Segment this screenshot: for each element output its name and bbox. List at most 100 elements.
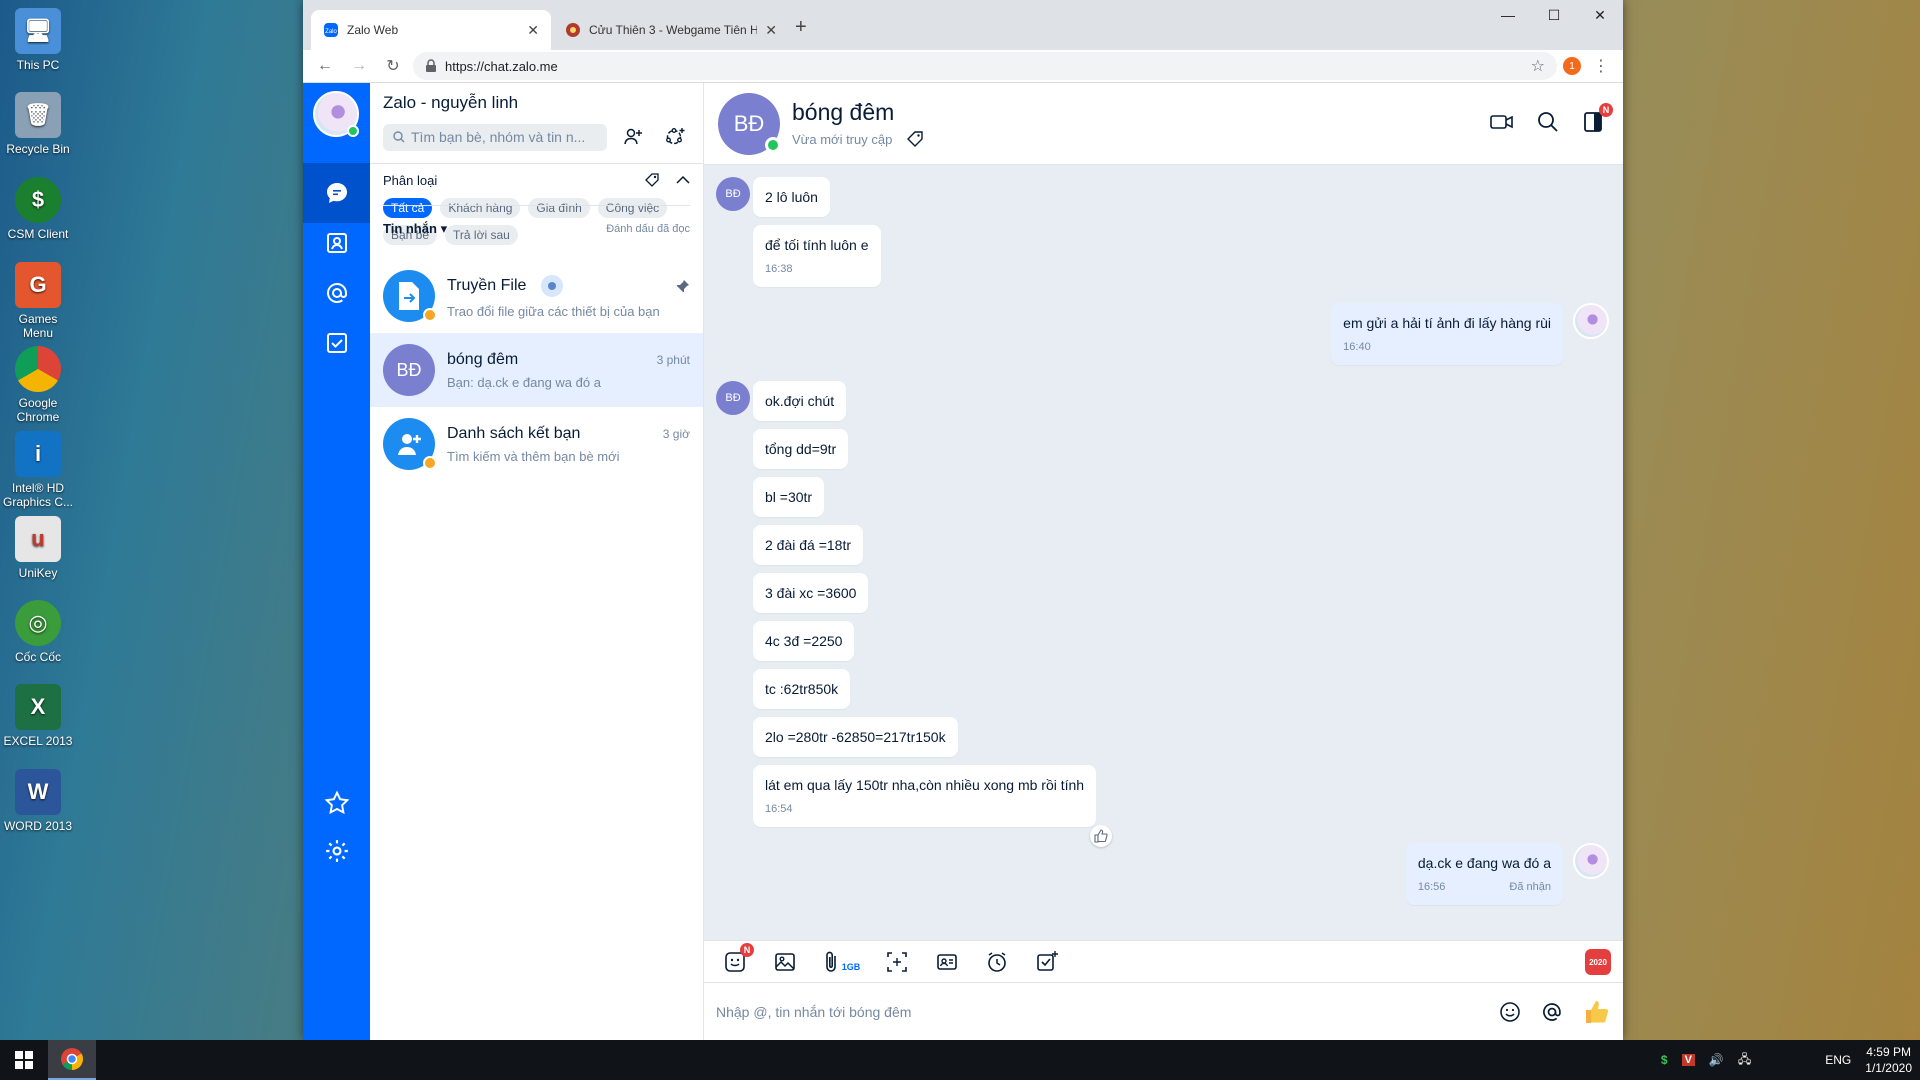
window-controls: — ☐ ✕ [1485,0,1623,30]
rail-todo[interactable] [303,313,370,373]
contact-card-icon [937,953,957,970]
rail-settings[interactable] [303,821,370,881]
search-icon [393,131,405,143]
clock[interactable]: 4:59 PM 1/1/2020 [1865,1044,1912,1076]
message-text: 2 đài đá =18tr [765,537,852,553]
desktop-icon-label: Recycle Bin [6,142,70,156]
verified-badge [423,308,437,322]
clock-icon [988,951,1006,972]
image-button[interactable] [770,947,800,977]
desktop-icon-recycle-bin[interactable]: 🗑 Recycle Bin [2,92,74,156]
menu-dots-icon[interactable]: ⋮ [1587,52,1615,80]
forward-arrow-icon[interactable]: → [345,52,373,80]
mark-all-read-link[interactable]: Đánh dấu đã đọc [606,223,690,235]
start-button[interactable] [0,1040,48,1080]
create-group-icon [666,128,685,145]
chevron-up-icon[interactable] [676,175,690,185]
desktop-icon-google-chrome[interactable]: Google Chrome [2,346,74,424]
message-received[interactable]: 2lo =280tr -62850=217tr150k [753,717,958,757]
taskbar-chrome-button[interactable] [48,1040,96,1080]
desktop-icon-excel[interactable]: X EXCEL 2013 [2,684,74,748]
back-arrow-icon[interactable]: ← [311,52,339,80]
search-input[interactable]: Tìm bạn bè, nhóm và tin n... [383,123,608,151]
message-received[interactable]: lát em qua lấy 150tr nha,còn nhiều xong … [753,765,1097,827]
message-input[interactable]: Nhập @, tin nhắn tới bóng đêm [716,1004,1499,1020]
desktop-icon-games-menu[interactable]: G Games Menu [2,262,74,340]
conversation-item-bong-dem[interactable]: BĐ bóng đêm 3 phút Bạn: dạ.ck e đang wa đ… [370,333,703,407]
tag-settings-icon[interactable] [644,172,660,188]
message-sent[interactable]: em gửi a hải tí ảnh đi lấy hàng rùi 16:40 [1331,303,1563,365]
video-call-icon[interactable] [1489,109,1515,135]
maximize-icon[interactable]: ☐ [1531,0,1577,30]
message-received[interactable]: bl =30tr [753,477,825,517]
new-year-sticker-button[interactable]: 2020 [1585,949,1611,975]
nav-rail [303,83,370,1040]
unikey-tray-icon[interactable]: V [1681,1054,1695,1066]
message-received[interactable]: 2 đài đá =18tr [753,525,864,565]
conversation-item-friend-requests[interactable]: Danh sách kết bạn 3 giờ Tìm kiếm và thêm … [370,407,703,481]
messages-dropdown[interactable]: Tin nhắn ▾ [383,221,447,237]
tab-zalo-web[interactable]: Zalo Zalo Web ✕ [311,10,551,50]
bookmark-star-icon[interactable]: ☆ [1531,56,1545,76]
reload-icon[interactable]: ↻ [379,52,407,80]
conversation-info-button[interactable]: N [1581,103,1613,138]
message-received[interactable]: ok.đợi chút [753,381,847,421]
desktop-icon-word[interactable]: W WORD 2013 [2,769,74,833]
reminder-button[interactable] [982,947,1012,977]
desktop-icon-intel-graphics[interactable]: i Intel® HD Graphics C... [2,431,74,509]
emoji-icon[interactable] [1499,1001,1521,1023]
at-sign-icon [326,283,347,303]
csm-tray-icon[interactable]: $ [1661,1053,1668,1067]
chat-contact-avatar[interactable]: BĐ [718,92,781,155]
extension-icon[interactable]: 1 [1563,57,1581,75]
message-text: dạ.ck e đang wa đó a [1417,855,1551,871]
message-received[interactable]: tc :62tr850k [753,669,851,709]
network-icon[interactable]: 🖧 [1738,1050,1751,1071]
message-received[interactable]: 3 đài xc =3600 [753,573,869,613]
send-contact-button[interactable] [932,947,962,977]
desktop-icon-unikey[interactable]: u UniKey [2,516,74,580]
attach-file-button[interactable]: 1GB [820,947,862,977]
minimize-icon[interactable]: — [1485,0,1531,30]
message-sent[interactable]: dạ.ck e đang wa đó a 16:56 Đã nhận [1405,843,1563,905]
close-tab-icon[interactable]: ✕ [765,22,777,39]
word-icon: W [15,769,61,815]
url-text: https://chat.zalo.me [445,58,558,74]
language-indicator[interactable]: ENG [1825,1053,1851,1067]
message-text: 2lo =280tr -62850=217tr150k [765,729,946,745]
close-window-icon[interactable]: ✕ [1577,0,1623,30]
avatar-initials: BĐ [733,110,765,136]
react-button[interactable] [1090,825,1112,847]
desktop-icon-this-pc[interactable]: 🖥 This PC [2,8,74,72]
desktop-icon-csm-client[interactable]: $ CSM Client [2,177,74,241]
chat-panel: BĐ bóng đêm Vừa mới truy cập N BĐ 2 lô l… [704,83,1623,1040]
message-received[interactable]: để tối tính luôn e 16:38 [753,225,881,287]
message-text: ok.đợi chút [765,393,835,409]
desktop-icon-coc-coc[interactable]: ◎ Cốc Cốc [2,600,74,664]
sticker-button[interactable]: N [720,942,754,977]
tab-cuu-thien[interactable]: Cửu Thiên 3 - Webgame Tiên Hi... ✕ [553,10,789,50]
taskbar: $ V 🔊 🖧 ENG 4:59 PM 1/1/2020 [0,1040,1920,1080]
conversation-item-file-transfer[interactable]: Truyền File Trao đổi file giữa các thiết… [370,259,703,333]
address-bar[interactable]: https://chat.zalo.me ☆ [413,52,1557,80]
message-text: tc :62tr850k [765,681,839,697]
desktop-icon-label: Google Chrome [16,396,60,424]
desktop-icon-label: EXCEL 2013 [3,734,73,748]
message-received[interactable]: 4c 3đ =2250 [753,621,855,661]
new-tab-button[interactable]: + [795,16,807,39]
tag-icon[interactable] [906,130,924,148]
screenshot-button[interactable] [882,947,912,977]
close-tab-icon[interactable]: ✕ [527,22,539,39]
create-group-button[interactable] [659,121,691,153]
add-user-icon [398,434,421,455]
message-received[interactable]: tổng dd=9tr [753,429,849,469]
mention-icon[interactable] [1541,1001,1563,1023]
message-received[interactable]: 2 lô luôn [753,177,830,217]
message-composer[interactable]: Nhập @, tin nhắn tới bóng đêm [704,982,1623,1040]
pin-icon[interactable] [676,279,690,293]
quick-like-icon[interactable] [1583,998,1611,1026]
add-friend-button[interactable] [617,121,649,153]
assign-task-button[interactable] [1032,947,1062,977]
volume-icon[interactable]: 🔊 [1709,1053,1724,1067]
search-messages-icon[interactable] [1535,109,1561,135]
